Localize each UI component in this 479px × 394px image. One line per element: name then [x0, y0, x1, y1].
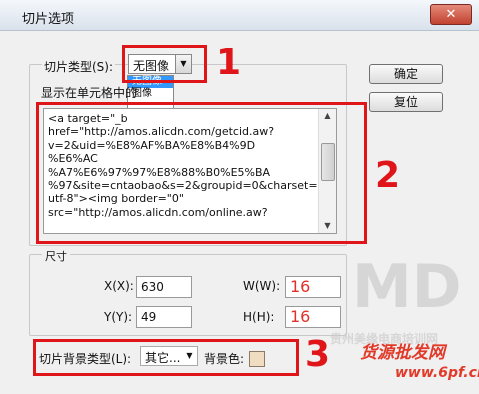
w-field[interactable]: 16 — [285, 276, 341, 298]
annotation-box-3 — [33, 339, 299, 376]
y-value: 49 — [141, 310, 157, 324]
reset-button[interactable]: 复位 — [369, 92, 443, 112]
slice-type-label: 切片类型(S): — [42, 58, 116, 75]
window-title: 切片选项 — [22, 12, 75, 27]
h-field[interactable]: 16 — [285, 306, 341, 328]
size-legend: 尺寸 — [42, 248, 70, 264]
close-button[interactable]: ✕ — [430, 4, 472, 25]
watermark-url: www.6pf.cn — [395, 365, 479, 381]
watermark-brand: 货源批发网 — [360, 343, 445, 363]
h-value: 16 — [290, 307, 311, 326]
annotation-number-3: 3 — [305, 334, 331, 375]
w-label: W(W): — [243, 279, 281, 293]
y-field[interactable]: 49 — [136, 306, 192, 328]
x-label: X(X): — [104, 279, 134, 293]
w-value: 16 — [290, 277, 311, 296]
ok-button[interactable]: 确定 — [369, 64, 443, 84]
annotation-box-1 — [122, 45, 207, 83]
annotation-number-1: 1 — [216, 42, 242, 83]
x-field[interactable]: 630 — [136, 276, 192, 298]
slice-options-dialog: 切片选项 ✕ MD 贵州美缘电商培训网 货源批发网 www.6pf.cn 切片类… — [0, 0, 479, 394]
title-bar: 切片选项 ✕ — [0, 0, 479, 31]
h-label: H(H): — [243, 310, 275, 324]
y-label: Y(Y): — [104, 310, 133, 324]
cell-display-label: 显示在单元格中的 — [41, 86, 138, 100]
annotation-box-2 — [36, 102, 367, 244]
watermark-logo: MD — [352, 252, 462, 322]
x-value: 630 — [141, 280, 164, 294]
annotation-number-2: 2 — [375, 155, 401, 196]
